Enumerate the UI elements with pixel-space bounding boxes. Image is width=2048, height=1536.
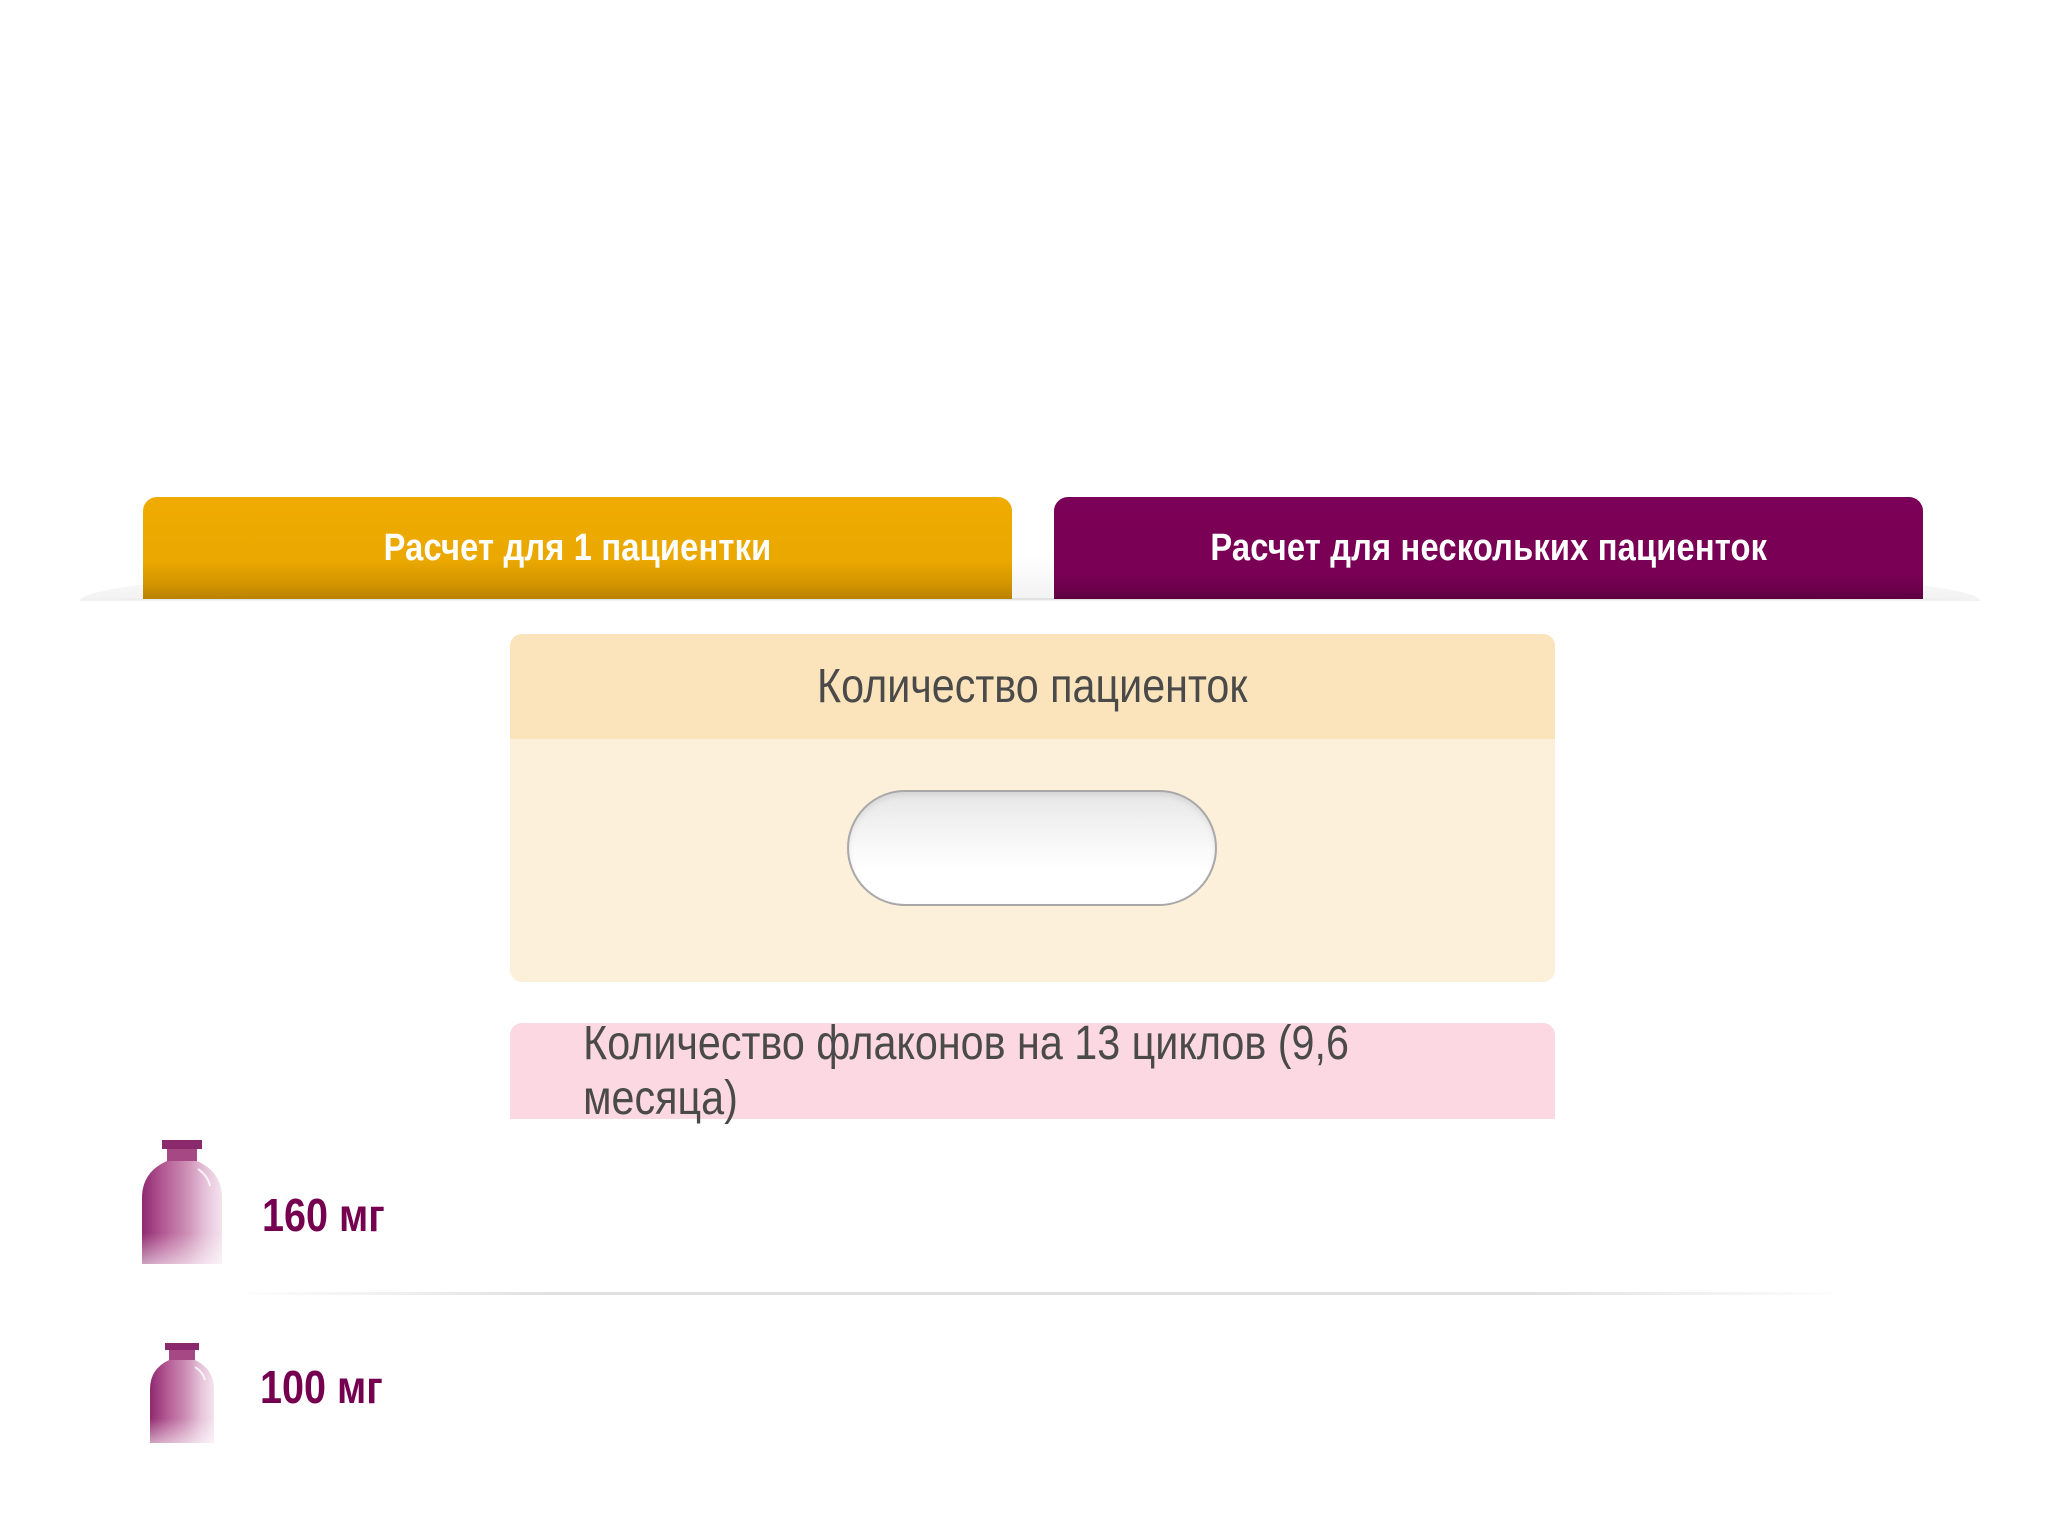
patients-count-header: Количество пациенток <box>510 634 1555 739</box>
patients-count-panel: Количество пациенток <box>510 634 1555 982</box>
vial-100mg-label: 100 мг <box>260 1361 383 1413</box>
patients-count-title: Количество пациенток <box>817 660 1248 713</box>
vial-icon <box>150 1343 214 1443</box>
calculator-page: Расчет для 1 пациентки Расчет для нескол… <box>0 0 2048 1536</box>
patients-count-input[interactable] <box>847 790 1217 906</box>
tab-single-patient[interactable]: Расчет для 1 пациентки <box>143 497 1012 599</box>
vial-160mg-label: 160 мг <box>262 1189 385 1241</box>
tab-multiple-patients-label: Расчет для нескольких пациенток <box>1210 526 1767 569</box>
tab-single-patient-label: Расчет для 1 пациентки <box>383 526 772 569</box>
tab-multiple-patients[interactable]: Расчет для нескольких пациенток <box>1054 497 1923 599</box>
vials-result-header: Количество флаконов на 13 циклов (9,6 ме… <box>510 1017 1555 1125</box>
vial-icon <box>142 1140 222 1264</box>
row-divider <box>230 1292 1850 1295</box>
vials-result-title: Количество флаконов на 13 циклов (9,6 ме… <box>583 1017 1349 1125</box>
